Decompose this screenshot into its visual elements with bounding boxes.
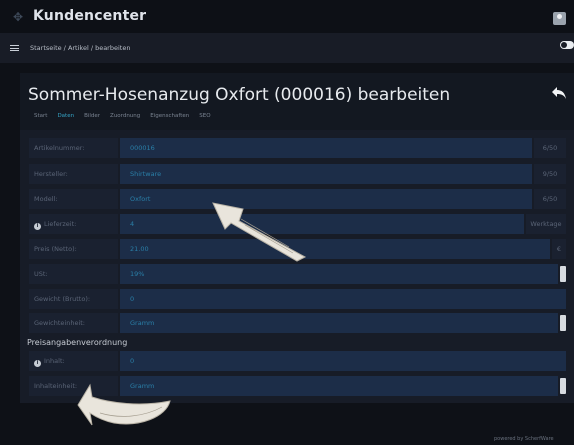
- tab-zuordnung[interactable]: Zuordnung: [110, 113, 140, 119]
- form-row-gewicht: Gewicht (Brutto): 0: [29, 289, 566, 309]
- tab-bar: Start Daten Bilder Zuordnung Eigenschaft…: [34, 113, 211, 119]
- gewichteinheit-dropdown-icon[interactable]: [560, 315, 566, 331]
- preis-input[interactable]: 21.00: [120, 239, 550, 259]
- hersteller-input[interactable]: Shirtware: [120, 164, 532, 184]
- sketch-curved-arrow-icon: [77, 383, 171, 426]
- form-row-inhalt: i Inhalt: 0: [29, 351, 566, 371]
- modell-label: Modell:: [29, 189, 118, 209]
- gewichteinheit-label: Gewichteinheit:: [29, 313, 118, 333]
- info-icon[interactable]: i: [34, 360, 41, 367]
- form-row-hersteller: Hersteller: Shirtware 9/50: [29, 164, 566, 184]
- user-icon[interactable]: [553, 12, 566, 25]
- lieferzeit-unit: Werktage: [526, 214, 566, 234]
- nav-bar: Startseite / Artikel / bearbeiten: [0, 33, 574, 63]
- top-bar: ✥ Kundencenter: [0, 0, 574, 33]
- lieferzeit-label-box: i Lieferzeit:: [29, 214, 118, 234]
- theme-toggle[interactable]: [560, 41, 574, 49]
- info-icon[interactable]: i: [34, 223, 41, 230]
- inhalteinheit-select[interactable]: Gramm: [120, 376, 558, 396]
- inhalteinheit-dropdown-icon[interactable]: [560, 378, 566, 394]
- app-title: Kundencenter: [33, 8, 147, 24]
- modell-input[interactable]: Oxfort: [120, 189, 532, 209]
- lieferzeit-label: Lieferzeit:: [44, 220, 77, 228]
- tab-daten[interactable]: Daten: [57, 113, 74, 119]
- ust-select[interactable]: 19%: [120, 264, 558, 284]
- lieferzeit-input[interactable]: 4: [120, 214, 524, 234]
- tab-bilder[interactable]: Bilder: [84, 113, 100, 119]
- footer-credit: powered by ScherfWare: [494, 436, 554, 442]
- tab-eigenschaften[interactable]: Eigenschaften: [150, 113, 189, 119]
- gewicht-input[interactable]: 0: [120, 289, 566, 309]
- hamburger-icon[interactable]: [10, 45, 19, 51]
- tab-start[interactable]: Start: [34, 113, 47, 119]
- page-title: Sommer-Hosenanzug Oxfort (000016) bearbe…: [28, 85, 451, 105]
- back-arrow-icon[interactable]: [551, 86, 567, 100]
- ust-dropdown-icon[interactable]: [560, 266, 566, 282]
- modell-counter: 6/50: [534, 189, 566, 209]
- inhalt-label: Inhalt:: [44, 357, 65, 365]
- form-row-ust: USt: 19%: [29, 264, 566, 284]
- gewicht-label: Gewicht (Brutto):: [29, 289, 118, 309]
- ust-label: USt:: [29, 264, 118, 284]
- section-heading-preisangaben: Preisangabenverordnung: [27, 338, 128, 347]
- hersteller-label: Hersteller:: [29, 164, 118, 184]
- inhalt-label-box: i Inhalt:: [29, 351, 118, 371]
- gear-icon: ✥: [12, 10, 24, 24]
- inhalt-input[interactable]: 0: [120, 351, 566, 371]
- gewichteinheit-select[interactable]: Gramm: [120, 313, 558, 333]
- tab-seo[interactable]: SEO: [199, 113, 210, 119]
- card-header: Sommer-Hosenanzug Oxfort (000016) bearbe…: [20, 73, 574, 130]
- artikelnummer-input[interactable]: 000016: [120, 138, 532, 158]
- hersteller-counter: 9/50: [534, 164, 566, 184]
- form-row-gewichteinheit: Gewichteinheit: Gramm: [29, 313, 566, 333]
- form-row-artikelnummer: Artikelnummer: 000016 6/50: [29, 138, 566, 158]
- preis-currency: €: [552, 239, 566, 259]
- preis-label: Preis (Netto):: [29, 239, 118, 259]
- artikelnummer-counter: 6/50: [534, 138, 566, 158]
- sketch-arrow-icon: [212, 202, 307, 262]
- breadcrumb[interactable]: Startseite / Artikel / bearbeiten: [30, 44, 130, 52]
- artikelnummer-label: Artikelnummer:: [29, 138, 118, 158]
